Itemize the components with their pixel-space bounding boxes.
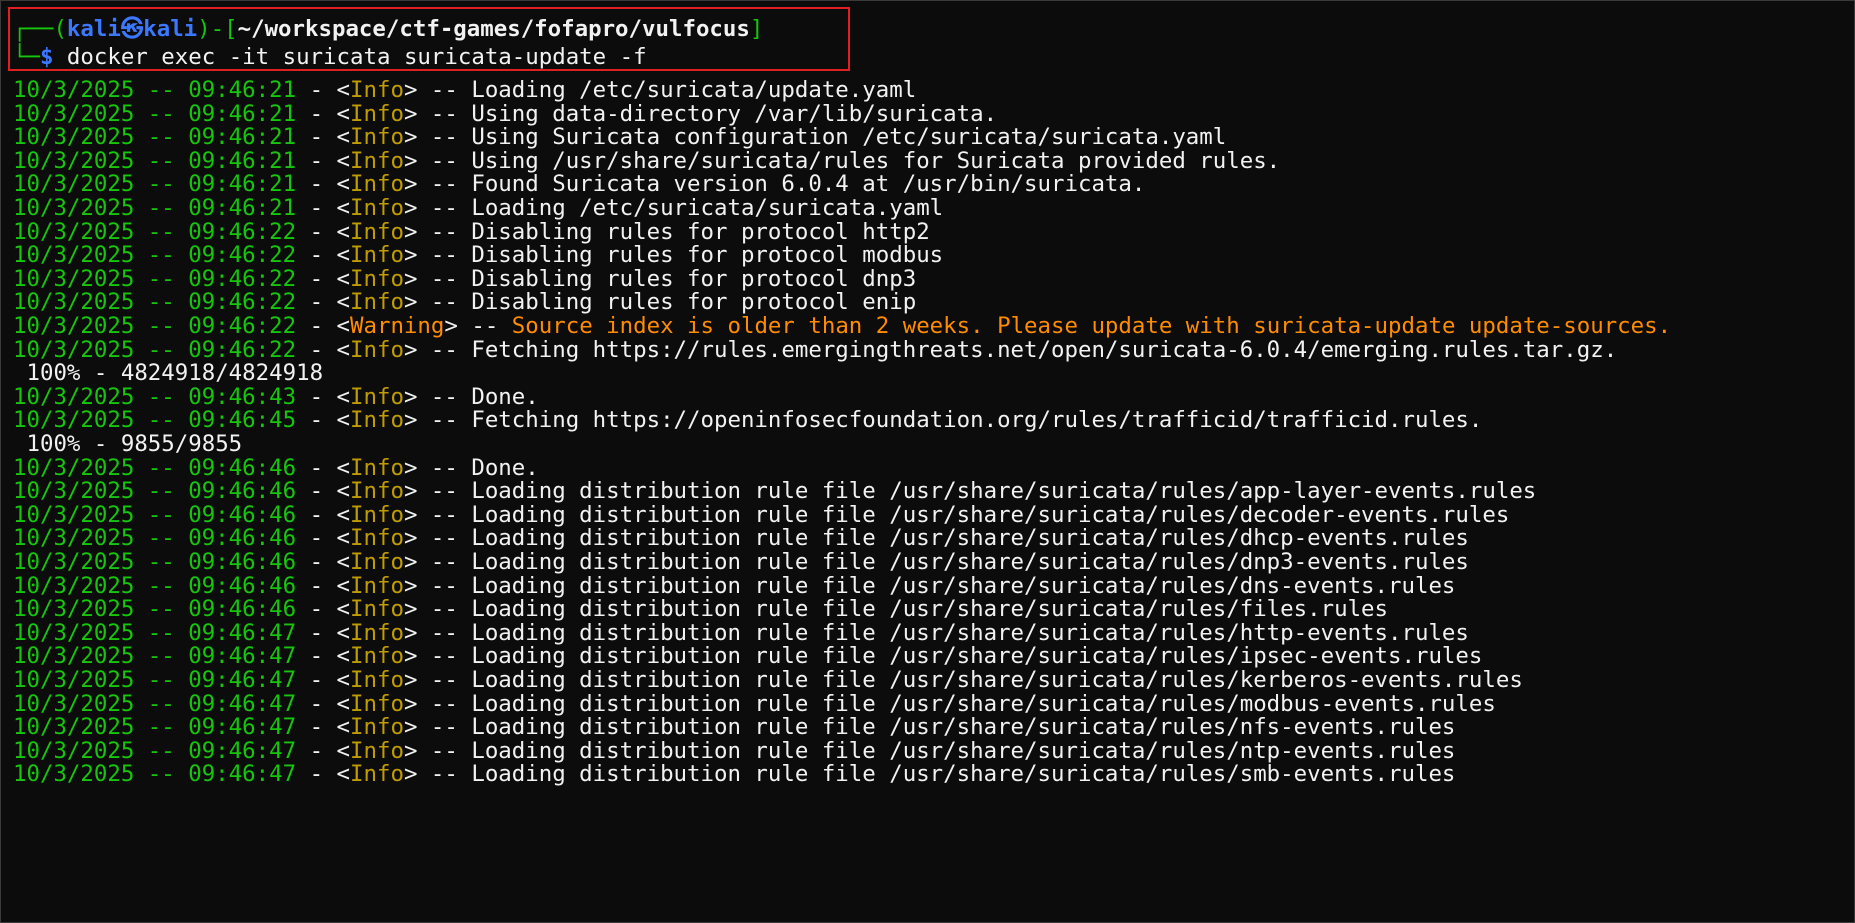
prompt-host: kali <box>143 16 198 42</box>
prompt-corner-bottom: └─ <box>13 44 40 70</box>
log-level: Info <box>350 761 404 788</box>
prompt-corner-top: ┌──( <box>13 16 67 42</box>
log-message: Fetching https://openinfosecfoundation.o… <box>471 407 1483 434</box>
prompt-mid: )-[ <box>197 16 238 42</box>
log-level: Info <box>350 336 404 363</box>
log-message: Fetching https://rules.emergingthreats.n… <box>471 336 1618 363</box>
log-timestamp: 10/3/2025 -- 09:46:47 <box>13 761 297 788</box>
prompt-close: ] <box>749 16 764 42</box>
prompt-line-1: ┌──(kali㉿kali)-[~/workspace/ctf-games/fo… <box>13 15 763 43</box>
prompt-user: kali <box>66 16 121 42</box>
log-level: Info <box>350 407 404 434</box>
prompt-path: ~/workspace/ctf-games/fofapro/vulfocus <box>237 16 750 42</box>
prompt-dollar: $ <box>39 44 54 70</box>
prompt-at-icon: ㉿ <box>120 16 144 42</box>
terminal-window[interactable]: ┌──(kali㉿kali)-[~/workspace/ctf-games/fo… <box>0 0 1855 923</box>
prompt-line-2: └─$ docker exec -it suricata suricata-up… <box>13 43 647 71</box>
log-message: Loading distribution rule file /usr/shar… <box>471 761 1456 788</box>
command-text[interactable]: docker exec -it suricata suricata-update… <box>53 44 647 70</box>
log-line: 10/3/2025 -- 09:46:47 - <Info> -- Loadin… <box>13 761 1456 788</box>
